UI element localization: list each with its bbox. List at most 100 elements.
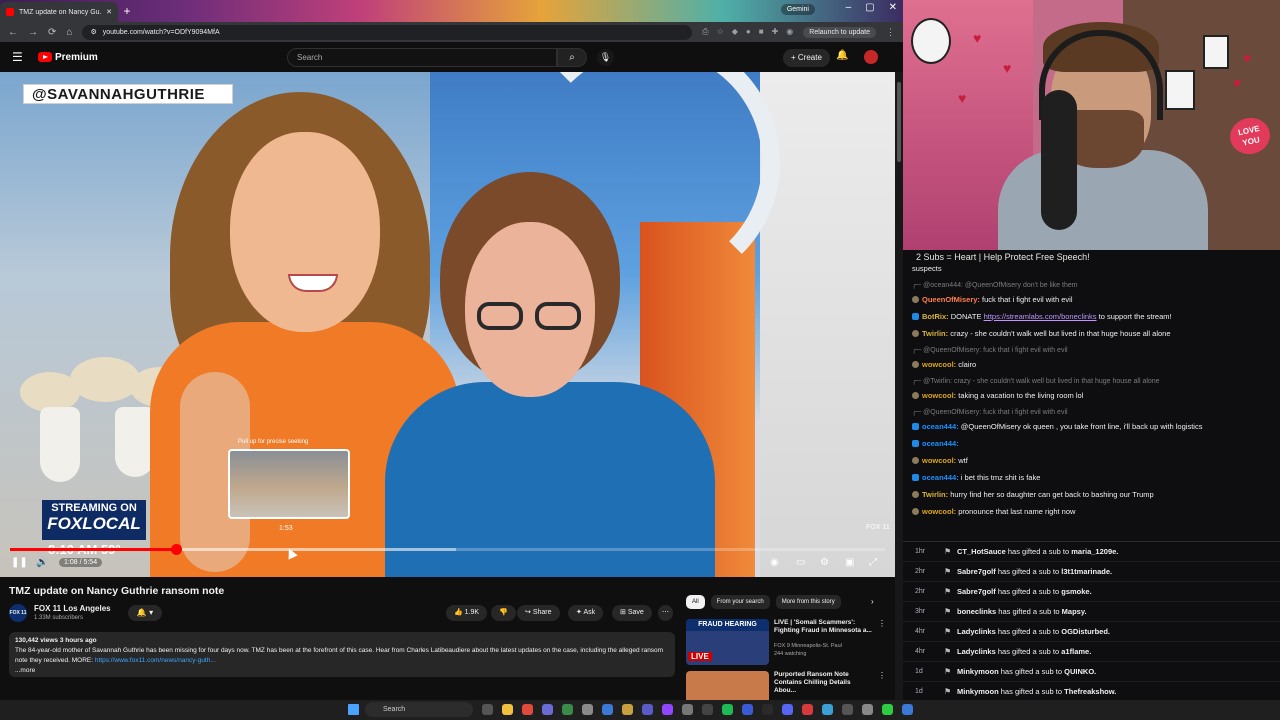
ask-button[interactable]: ✦ Ask (568, 605, 604, 621)
chat-username[interactable]: wowcool: (922, 360, 956, 369)
chat-username[interactable]: Twirlin: (922, 490, 948, 499)
save-button[interactable]: ⊞ Save (612, 605, 652, 621)
app-icon[interactable] (542, 704, 553, 715)
chip-from-your-search[interactable]: From your search (710, 595, 770, 609)
recommended-title[interactable]: LIVE | 'Somali Scammers': Fighting Fraud… (774, 619, 874, 635)
app-icon[interactable] (822, 704, 833, 715)
more-vertical-icon[interactable]: ⋮ (878, 671, 886, 680)
chat-username[interactable]: ocean444: (922, 473, 959, 482)
install-icon[interactable]: ⎙ (702, 27, 708, 37)
recipient-username[interactable]: a1flame. (1061, 647, 1091, 656)
address-bar[interactable]: ⚙ youtube.com/watch?v=ODfY9094MfA (82, 24, 693, 40)
chip-more-from-story[interactable]: More from this story (775, 595, 841, 609)
recipient-username[interactable]: QUINKO. (1064, 667, 1096, 676)
channel-avatar[interactable]: FOX 11 (9, 604, 27, 622)
app-icon[interactable] (562, 704, 573, 715)
voice-search-button[interactable]: 🎙 (597, 49, 614, 66)
captions-icon[interactable]: ▭ (796, 557, 805, 568)
miniplayer-icon[interactable]: ▣ (845, 557, 854, 568)
profile-icon[interactable]: ◉ (786, 27, 793, 37)
gifter-username[interactable]: Minkymoon (957, 687, 999, 696)
spotify-icon[interactable] (722, 704, 733, 715)
close-window-icon[interactable]: ✕ (889, 2, 897, 13)
twitch-icon[interactable] (662, 704, 673, 715)
obs-icon[interactable] (702, 704, 713, 715)
settings-gear-icon[interactable]: ⚙ (820, 557, 829, 568)
maximize-icon[interactable]: ▢ (865, 2, 874, 13)
hamburger-menu-icon[interactable]: ☰ (12, 50, 32, 64)
chat-username[interactable]: BotRix: (922, 312, 949, 321)
video-player[interactable]: @SAVANNAHGUTHRIE STREAMING ON FOXLOCAL 8… (0, 72, 895, 577)
chat-link[interactable]: https://streamlabs.com/boneclinks (984, 312, 1097, 321)
chrome-icon[interactable] (522, 704, 533, 715)
scrollbar-thumb[interactable] (897, 82, 901, 162)
channel-name[interactable]: FOX 11 Los Angeles (34, 604, 111, 613)
app-icon[interactable] (802, 704, 813, 715)
recipient-username[interactable]: l3t1tmarinade. (1061, 567, 1112, 576)
autoplay-toggle-icon[interactable]: ◉ (770, 557, 779, 568)
gifter-username[interactable]: Sabre7golf (957, 587, 996, 596)
video-thumbnail[interactable] (686, 671, 769, 700)
recommended-video[interactable]: FRAUD HEARING LIVE LIVE | 'Somali Scamme… (686, 619, 886, 669)
more-vertical-icon[interactable]: ⋮ (878, 619, 886, 628)
search-input[interactable]: Search (287, 48, 557, 67)
new-tab-button[interactable]: + (118, 4, 136, 18)
extension-icon[interactable]: ◆ (732, 27, 738, 37)
app-icon[interactable] (602, 704, 613, 715)
chevron-right-icon[interactable]: › (871, 597, 874, 606)
discord-icon[interactable] (782, 704, 793, 715)
reload-icon[interactable]: ⟳ (48, 27, 56, 38)
progress-bar[interactable] (10, 544, 885, 555)
gifter-username[interactable]: boneclinks (957, 607, 996, 616)
back-icon[interactable]: ← (8, 27, 18, 38)
relaunch-button[interactable]: Relaunch to update (803, 26, 876, 38)
home-icon[interactable]: ⌂ (66, 27, 72, 38)
more-actions-button[interactable]: ⋯ (658, 605, 673, 621)
description-box[interactable]: 130,442 views 3 hours ago The 84-year-ol… (9, 632, 675, 677)
like-button[interactable]: 👍 1.9K (446, 605, 488, 621)
search-button[interactable]: ⌕ (557, 48, 587, 67)
recommended-channel[interactable]: FOX 9 Minneapolis-St. Paul (774, 643, 842, 649)
taskbar-search[interactable]: Search (365, 702, 473, 717)
app-icon[interactable] (762, 704, 773, 715)
description-link[interactable]: https://www.fox11.com/news/nancy-guth... (95, 657, 216, 664)
app-icon[interactable] (642, 704, 653, 715)
minimize-icon[interactable]: – (846, 2, 852, 13)
forward-icon[interactable]: → (28, 27, 38, 38)
more-menu-icon[interactable]: ⋮ (886, 27, 895, 38)
chip-all[interactable]: All (686, 595, 705, 609)
extension-icon[interactable]: ■ (759, 27, 764, 37)
account-avatar[interactable] (864, 50, 878, 64)
recommended-video[interactable]: Purported Ransom Note Contains Chilling … (686, 671, 886, 700)
notifications-bell-icon[interactable]: 🔔 (836, 50, 848, 61)
chat-username[interactable]: ocean444: (922, 422, 959, 431)
app-icon[interactable] (682, 704, 693, 715)
file-explorer-icon[interactable] (502, 704, 513, 715)
gifter-username[interactable]: Ladyclinks (957, 627, 996, 636)
volume-icon[interactable]: 🔊 (36, 557, 48, 568)
subscription-bell-button[interactable]: 🔔 ▾ (128, 605, 162, 621)
fullscreen-icon[interactable]: ⤢ (869, 557, 877, 568)
recipient-username[interactable]: OGDisturbed. (1061, 627, 1110, 636)
gifter-username[interactable]: CT_HotSauce (957, 547, 1006, 556)
chat-username[interactable]: wowcool: (922, 391, 956, 400)
gifter-username[interactable]: Sabre7golf (957, 567, 996, 576)
app-icon[interactable] (582, 704, 593, 715)
task-view-icon[interactable] (482, 704, 493, 715)
youtube-logo[interactable]: Premium (38, 52, 98, 63)
browser-tab-active[interactable]: TMZ update on Nancy Gu... ✕ (0, 2, 118, 22)
dislike-button[interactable]: 👎 (491, 605, 516, 621)
share-button[interactable]: ↪ Share (517, 605, 560, 621)
start-windows-icon[interactable] (348, 704, 359, 715)
extension-icon[interactable]: ● (746, 27, 751, 37)
create-button[interactable]: + Create (783, 49, 830, 67)
recipient-username[interactable]: gsmoke. (1061, 587, 1091, 596)
recipient-username[interactable]: maria_1209e. (1071, 547, 1118, 556)
chat-username[interactable]: ocean444: (922, 439, 959, 448)
puzzle-extensions-icon[interactable]: ✚ (772, 27, 779, 37)
app-icon[interactable] (862, 704, 873, 715)
app-icon[interactable] (902, 704, 913, 715)
site-info-icon[interactable]: ⚙ (90, 28, 96, 36)
chat-username[interactable]: Twirlin: (922, 329, 948, 338)
chat-username[interactable]: wowcool: (922, 507, 956, 516)
